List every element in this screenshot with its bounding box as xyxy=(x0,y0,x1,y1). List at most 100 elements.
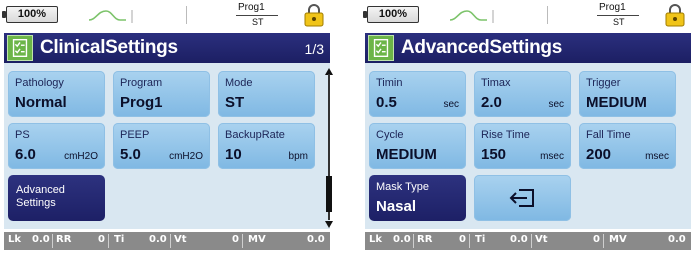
rr-label: RR xyxy=(417,234,433,245)
tile-label: Fall Time xyxy=(586,129,631,141)
breath-wave-icon xyxy=(88,10,133,23)
rise-time-tile[interactable]: Rise Time 150 msec xyxy=(474,123,571,169)
ti-label: Ti xyxy=(114,234,125,245)
footer-divider xyxy=(603,234,604,248)
advanced-settings-screen: 100% Prog1 ST AdvancedSettings Timin 0.5 xyxy=(361,0,691,253)
program-indicator: Prog1 xyxy=(599,2,626,13)
battery-indicator: 100% xyxy=(363,6,419,23)
mv-value: 0.0 xyxy=(307,234,325,245)
tile-label: Trigger xyxy=(586,77,621,89)
mask-type-tile[interactable]: Mask Type Nasal xyxy=(369,175,466,221)
rr-label: RR xyxy=(56,234,72,245)
ti-value: 0.0 xyxy=(149,234,167,245)
backup-rate-tile[interactable]: BackupRate 10 bpm xyxy=(218,123,315,169)
title-bar: ClinicalSettings 1/3 xyxy=(4,33,330,63)
program-tile[interactable]: Program Prog1 xyxy=(113,71,210,117)
tile-value: ST xyxy=(225,94,245,111)
lk-label: Lk xyxy=(369,234,383,245)
padlock-icon[interactable] xyxy=(664,3,686,27)
monitoring-bar: Lk 0.0 RR 0 Ti 0.0 Vt 0 MV 0.0 xyxy=(4,232,330,250)
footer-divider xyxy=(531,234,532,248)
footer-divider xyxy=(52,234,53,248)
ti-value: 0.0 xyxy=(510,234,528,245)
tile-value: 5.0 xyxy=(120,146,141,163)
tile-label: Cycle xyxy=(376,129,404,141)
padlock-icon[interactable] xyxy=(303,3,325,27)
vt-value: 0 xyxy=(593,234,600,245)
tile-value: MEDIUM xyxy=(586,94,647,111)
tile-unit: sec xyxy=(548,99,564,110)
footer-divider xyxy=(170,234,171,248)
battery-level: 100% xyxy=(378,8,408,20)
rr-value: 0 xyxy=(98,234,105,245)
status-bar: 100% Prog1 ST xyxy=(0,0,330,30)
status-divider xyxy=(186,6,187,24)
tile-value: 10 xyxy=(225,146,242,163)
tile-value: 2.0 xyxy=(481,94,502,111)
tile-unit: bpm xyxy=(288,151,308,162)
title-bar: AdvancedSettings xyxy=(365,33,691,63)
mv-label: MV xyxy=(609,234,627,245)
lk-value: 0.0 xyxy=(32,234,50,245)
ti-label: Ti xyxy=(475,234,486,245)
tile-value: 6.0 xyxy=(15,146,36,163)
mv-label: MV xyxy=(248,234,266,245)
footer-divider xyxy=(469,234,470,248)
tile-unit: msec xyxy=(645,151,669,162)
mode-tile[interactable]: Mode ST xyxy=(218,71,315,117)
tile-label: PS xyxy=(15,129,30,141)
ps-tile[interactable]: PS 6.0 cmH2O xyxy=(8,123,105,169)
back-button[interactable] xyxy=(474,175,571,221)
peep-tile[interactable]: PEEP 5.0 cmH2O xyxy=(113,123,210,169)
return-arrow-icon xyxy=(509,189,534,207)
tile-value: Nasal xyxy=(376,198,417,215)
settings-panel: Pathology Normal Program Prog1 Mode ST P… xyxy=(4,63,330,229)
rr-value: 0 xyxy=(459,234,466,245)
tile-value: 0.5 xyxy=(376,94,397,111)
tile-label: BackupRate xyxy=(225,129,285,141)
tile-label: Advanced Settings xyxy=(16,184,65,209)
tile-label: Rise Time xyxy=(481,129,530,141)
tile-value: 150 xyxy=(481,146,507,163)
tile-label: Program xyxy=(120,77,163,89)
fall-time-tile[interactable]: Fall Time 200 msec xyxy=(579,123,676,169)
battery-level: 100% xyxy=(17,8,47,20)
footer-divider xyxy=(242,234,243,248)
lk-label: Lk xyxy=(8,234,22,245)
pathology-tile[interactable]: Pathology Normal xyxy=(8,71,105,117)
breath-wave-icon xyxy=(449,10,494,23)
trigger-tile[interactable]: Trigger MEDIUM xyxy=(579,71,676,117)
advanced-settings-button[interactable]: Advanced Settings xyxy=(8,175,105,221)
timax-tile[interactable]: Timax 2.0 sec xyxy=(474,71,571,117)
tile-label: PEEP xyxy=(120,129,150,141)
tile-label: Mask Type xyxy=(376,181,429,193)
tile-unit: cmH2O xyxy=(64,151,98,162)
program-underline xyxy=(597,15,639,16)
mode-indicator: ST xyxy=(613,17,625,27)
timin-tile[interactable]: Timin 0.5 sec xyxy=(369,71,466,117)
program-underline xyxy=(236,15,278,16)
scroll-down-arrow-icon[interactable] xyxy=(325,220,333,228)
vt-value: 0 xyxy=(232,234,239,245)
tile-value: Prog1 xyxy=(120,94,163,111)
footer-divider xyxy=(413,234,414,248)
clipboard-checklist-icon xyxy=(7,35,33,61)
page-indicator: 1/3 xyxy=(304,41,324,57)
cycle-tile[interactable]: Cycle MEDIUM xyxy=(369,123,466,169)
tile-value: 200 xyxy=(586,146,612,163)
tile-unit: cmH2O xyxy=(169,151,203,162)
scroll-thumb[interactable] xyxy=(326,176,332,212)
scrollbar[interactable] xyxy=(325,68,333,228)
status-bar: 100% Prog1 ST xyxy=(361,0,691,30)
tile-label: Pathology xyxy=(15,77,64,89)
status-divider xyxy=(547,6,548,24)
mv-value: 0.0 xyxy=(668,234,686,245)
tile-label: Timin xyxy=(376,77,403,89)
page-title: ClinicalSettings xyxy=(40,37,178,58)
footer-divider xyxy=(108,234,109,248)
monitoring-bar: Lk 0.0 RR 0 Ti 0.0 Vt 0 MV 0.0 xyxy=(365,232,691,250)
battery-indicator: 100% xyxy=(2,6,58,23)
clinical-settings-screen: 100% Prog1 ST ClinicalSettings 1/3 Patho… xyxy=(0,0,333,253)
tile-value: MEDIUM xyxy=(376,146,437,163)
settings-panel: Timin 0.5 sec Timax 2.0 sec Trigger MEDI… xyxy=(365,63,691,229)
